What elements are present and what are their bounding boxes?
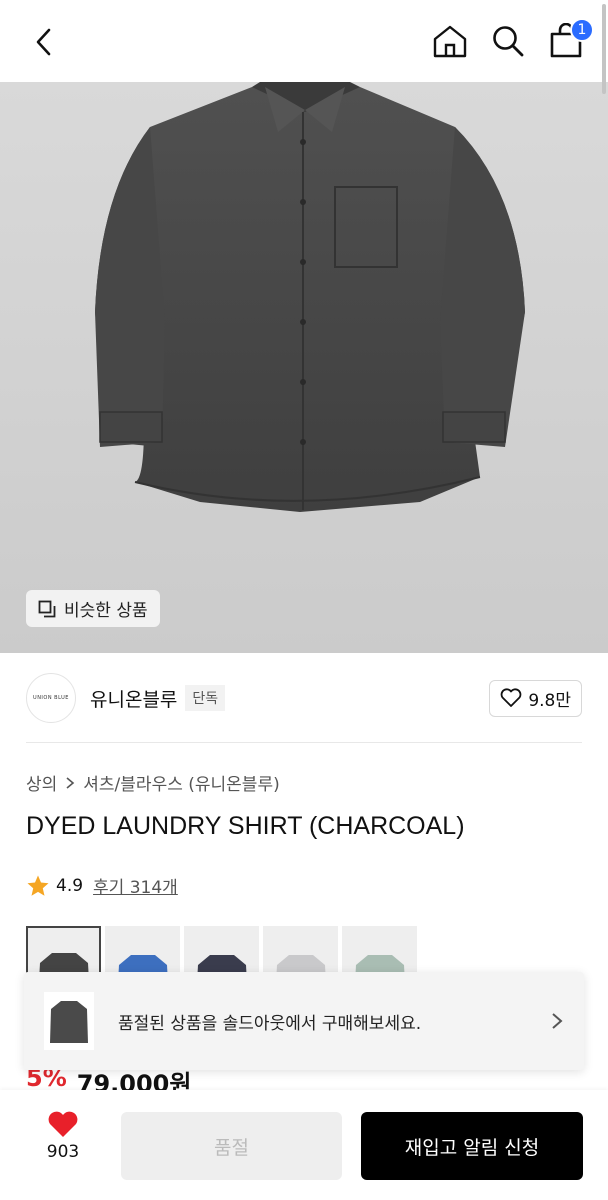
brand-like-button[interactable]: 9.8만 [489,679,582,717]
star-icon [27,875,49,896]
product-image[interactable]: 비슷한 상품 [0,82,608,653]
review-link[interactable]: 후기 314개 [93,873,178,898]
shirt-image [95,82,525,512]
scrollbar[interactable] [602,4,606,94]
copy-icon [38,600,56,617]
top-bar: 1 [0,0,608,82]
home-button[interactable] [430,20,470,62]
breadcrumb-category[interactable]: 상의 [26,770,57,795]
breadcrumb-subcategory[interactable]: 셔츠/블라우스 (유니온블루) [83,770,279,795]
similar-products-button[interactable]: 비슷한 상품 [26,590,160,627]
brand-name[interactable]: 유니온블루 [90,685,177,712]
search-button[interactable] [488,20,528,62]
brand-row: UNION BLUE 유니온블루 단독 9.8만 [26,672,582,724]
search-icon [493,26,524,57]
bottom-action-bar: 903 품절 재입고 알림 신청 [0,1090,608,1200]
back-button[interactable] [24,22,64,62]
cart-count-badge: 1 [570,18,594,42]
heart-outline-icon [500,688,522,707]
similar-products-label: 비슷한 상품 [64,601,148,621]
wishlist-button[interactable]: 903 [28,1110,98,1162]
soldout-toast[interactable]: 품절된 상품을 솔드아웃에서 구매해보세요. [24,972,584,1070]
product-page: 1 비슷한 상품 UNION BLUE 유니온블루 단독 9.8만 상의 셔츠/… [0,0,608,1200]
rating-score: 4.9 [56,875,84,896]
restock-notify-button[interactable]: 재입고 알림 신청 [361,1112,583,1180]
cart-button[interactable]: 1 [546,18,594,62]
brand-logo[interactable]: UNION BLUE [26,673,76,723]
shirt-thumb-icon [50,1001,88,1043]
brand-like-count: 9.8만 [528,690,571,711]
rating-row: 4.9 후기 314개 [26,873,178,898]
exclusive-badge: 단독 [185,685,226,711]
toast-message: 품절된 상품을 솔드아웃에서 구매해보세요. [118,1013,422,1034]
divider [26,742,582,743]
wishlist-count: 903 [46,1142,80,1162]
toast-thumbnail [44,992,94,1050]
heart-filled-icon [48,1111,78,1137]
home-icon [433,25,467,58]
breadcrumb: 상의 셔츠/블라우스 (유니온블루) [26,770,280,795]
chevron-right-icon [66,776,75,789]
chevron-right-icon [552,1013,563,1029]
product-title: DYED LAUNDRY SHIRT (CHARCOAL) [26,812,465,840]
soldout-button: 품절 [121,1112,342,1180]
chevron-left-icon [36,28,51,56]
